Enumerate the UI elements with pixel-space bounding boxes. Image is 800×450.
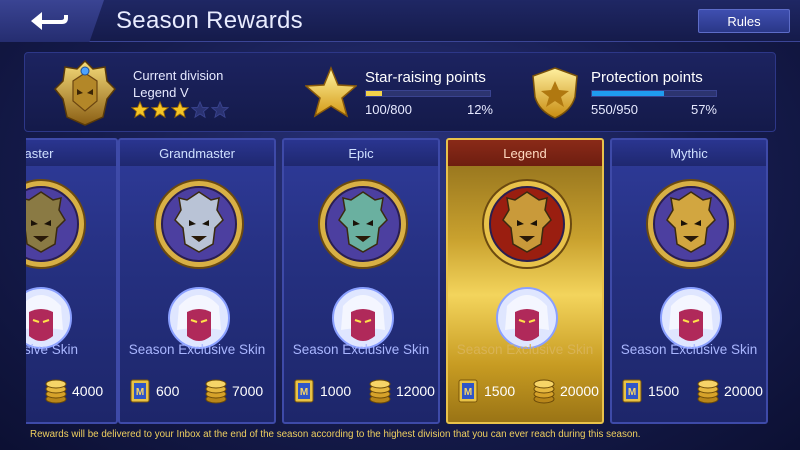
rank-rewards: M 1500 20000 <box>448 378 602 406</box>
rank-medal-icon <box>26 179 86 269</box>
rank-card-title: Mythic <box>612 140 766 166</box>
rank-medal-icon <box>482 179 572 269</box>
protection-points-bar <box>591 90 717 97</box>
ticket-icon: M <box>622 379 642 403</box>
skin-portrait-icon <box>26 287 72 349</box>
rank-card-4[interactable]: Mythic Season Exclusive Skin M 1500 2000… <box>610 138 768 424</box>
skin-reward-label: Season Exclusive Skin <box>128 342 266 357</box>
rank-cards-carousel[interactable]: aster xclusive Skin 4000 Grandmaster <box>26 138 776 426</box>
star-filled-icon <box>151 101 169 119</box>
back-arrow-icon <box>31 12 68 30</box>
division-name: Legend V <box>133 85 189 100</box>
star-points-value: 100/800 <box>365 102 412 117</box>
star-filled-icon <box>171 101 189 119</box>
protection-points-title: Protection points <box>591 69 703 86</box>
rank-rewards: M 600 7000 <box>120 378 274 406</box>
skin-portrait-icon <box>660 287 722 349</box>
svg-text:M: M <box>300 387 308 398</box>
svg-text:M: M <box>136 387 144 398</box>
back-button[interactable] <box>0 0 104 42</box>
skin-reward-label: Season Exclusive Skin <box>456 342 594 357</box>
reward-coin: 20000 <box>696 378 763 404</box>
star-empty-icon <box>191 101 209 119</box>
star-points-title: Star-raising points <box>365 69 486 86</box>
reward-amount: 1500 <box>648 383 680 399</box>
reward-amount: 20000 <box>724 383 763 399</box>
rank-medal-icon <box>646 179 736 269</box>
rank-card-0[interactable]: aster xclusive Skin 4000 <box>26 138 118 424</box>
reward-amount: 1500 <box>484 383 516 399</box>
gold-coin-stack-icon <box>697 379 719 404</box>
reward-ticket: M 600 <box>128 378 179 404</box>
legend-division-badge-icon <box>53 59 117 126</box>
svg-text:M: M <box>628 387 636 398</box>
skin-reward-label: Season Exclusive Skin <box>620 342 758 357</box>
star-raising-icon <box>305 66 357 118</box>
svg-text:M: M <box>464 387 472 398</box>
skin-reward-label: xclusive Skin <box>26 342 79 357</box>
division-label: Current division <box>133 68 224 83</box>
ticket-icon: M <box>130 379 150 403</box>
reward-amount: 600 <box>156 383 180 399</box>
gold-coin-stack-icon <box>45 379 67 404</box>
rank-card-3[interactable]: Legend Season Exclusive Skin M 1500 2000… <box>446 138 604 424</box>
reward-amount: 12000 <box>396 383 435 399</box>
protection-shield-icon <box>532 67 578 119</box>
ticket-icon: M <box>294 379 314 403</box>
division-stars <box>131 101 229 119</box>
rank-card-2[interactable]: Epic Season Exclusive Skin M 1000 12000 <box>282 138 440 424</box>
protection-points-value: 550/950 <box>591 102 638 117</box>
protection-points-percent: 57% <box>690 102 717 117</box>
rank-rewards: 4000 <box>26 378 116 406</box>
ticket-icon: M <box>458 379 478 403</box>
rank-rewards: M 1500 20000 <box>612 378 766 406</box>
reward-coin: 4000 <box>44 378 103 404</box>
star-filled-icon <box>131 101 149 119</box>
star-points-fill <box>366 91 382 96</box>
protection-points-fill <box>592 91 664 96</box>
reward-ticket: M 1500 <box>456 378 515 404</box>
reward-coin: 12000 <box>368 378 435 404</box>
skin-portrait-icon <box>168 287 230 349</box>
rank-card-title: aster <box>26 140 116 166</box>
page-title: Season Rewards <box>116 7 303 34</box>
header-bar: Season Rewards Rules <box>0 0 800 42</box>
rank-rewards: M 1000 12000 <box>284 378 438 406</box>
rank-medal-icon <box>154 179 244 269</box>
reward-amount: 7000 <box>232 383 264 399</box>
rank-card-title: Legend <box>448 140 602 166</box>
star-points-percent: 12% <box>466 102 493 117</box>
reward-coin: 7000 <box>204 378 263 404</box>
skin-reward-label: Season Exclusive Skin <box>292 342 430 357</box>
skin-portrait-icon <box>332 287 394 349</box>
rank-card-title: Grandmaster <box>120 140 274 166</box>
star-points-bar <box>365 90 491 97</box>
reward-amount: 20000 <box>560 383 599 399</box>
reward-ticket: M 1500 <box>620 378 679 404</box>
star-empty-icon <box>211 101 229 119</box>
reward-amount: 1000 <box>320 383 352 399</box>
status-panel: Current division Legend V Star-raising p… <box>24 52 776 132</box>
gold-coin-stack-icon <box>369 379 391 404</box>
footer-note: Rewards will be delivered to your Inbox … <box>30 429 641 440</box>
skin-portrait-icon <box>496 287 558 349</box>
gold-coin-stack-icon <box>533 379 555 404</box>
rank-card-title: Epic <box>284 140 438 166</box>
gold-coin-stack-icon <box>205 379 227 404</box>
reward-ticket: M 1000 <box>292 378 351 404</box>
rank-card-1[interactable]: Grandmaster Season Exclusive Skin M 600 … <box>118 138 276 424</box>
reward-amount: 4000 <box>72 383 104 399</box>
rules-button[interactable]: Rules <box>698 9 790 33</box>
reward-coin: 20000 <box>532 378 599 404</box>
rank-medal-icon <box>318 179 408 269</box>
